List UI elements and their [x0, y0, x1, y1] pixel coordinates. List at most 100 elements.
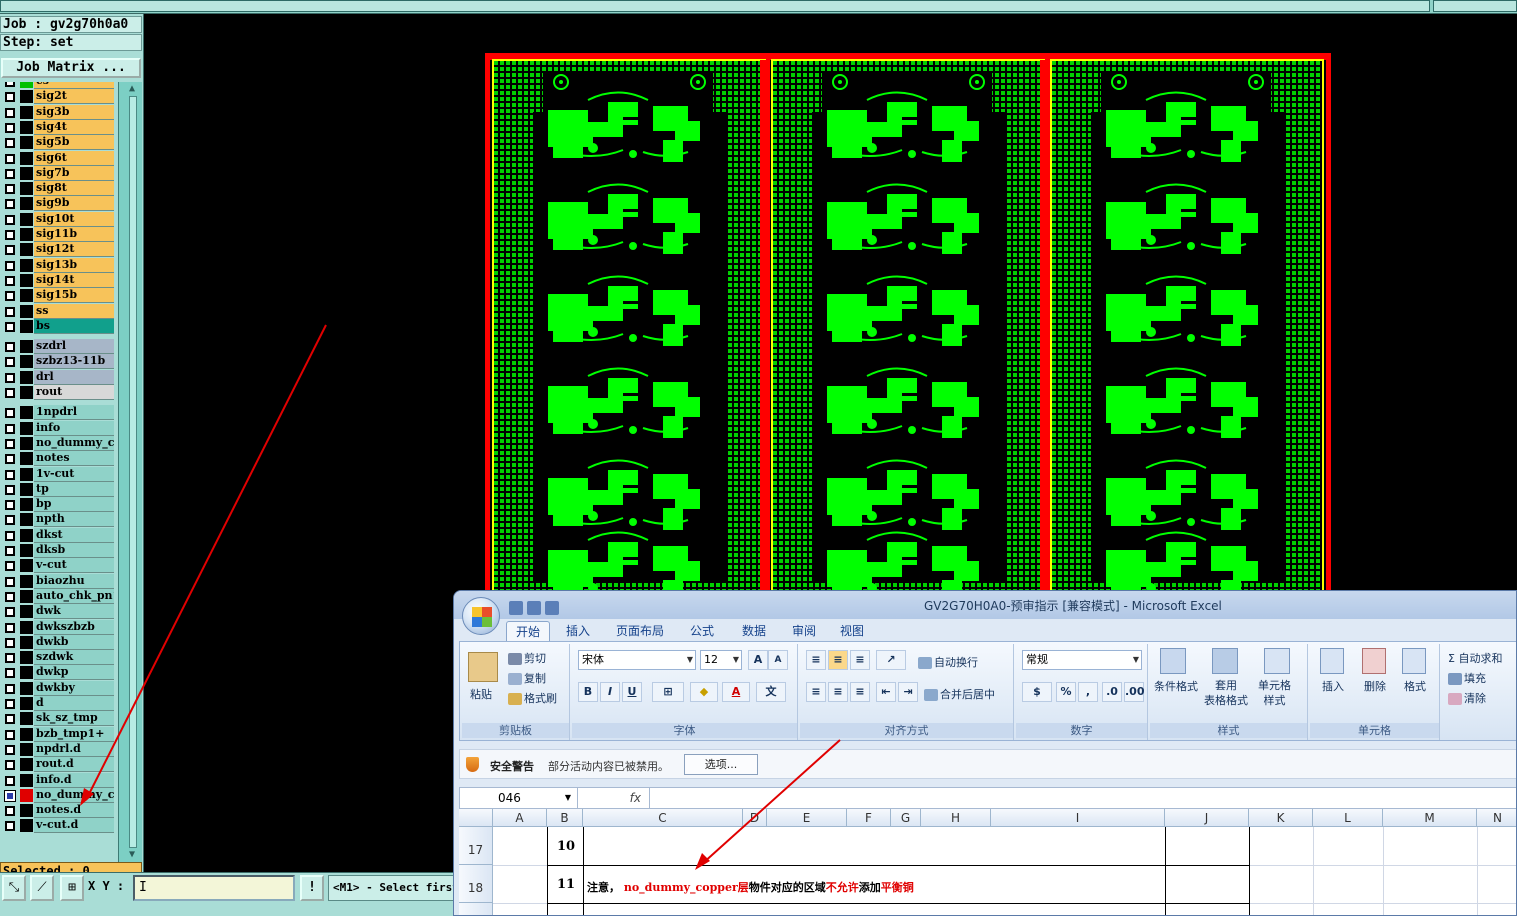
layer-name[interactable]: tp — [34, 481, 114, 497]
layer-row[interactable]: biaozhu — [0, 573, 116, 589]
layer-color-swatch[interactable] — [20, 605, 33, 619]
layer-row[interactable]: szdrl — [0, 339, 116, 355]
layer-checkbox[interactable] — [5, 342, 15, 353]
cell-c18[interactable]: 注意， no_dummy_copper层物件对应的区域不允许添加平衡铜 — [587, 879, 914, 895]
layer-color-swatch[interactable] — [20, 197, 33, 211]
layer-checkbox[interactable] — [5, 199, 15, 210]
column-header-a[interactable]: A — [493, 809, 547, 827]
excel-window[interactable]: GV2G70H0A0-预审指示 [兼容模式] - Microsoft Excel… — [453, 590, 1517, 916]
layer-color-swatch[interactable] — [20, 482, 33, 496]
layer-checkbox[interactable] — [5, 438, 15, 449]
layer-row[interactable]: notes — [0, 451, 116, 467]
layer-checkbox[interactable] — [5, 622, 15, 633]
delete-cells-button[interactable]: 删除 — [1364, 678, 1386, 694]
layer-row[interactable]: no_dummy_copper — [0, 435, 116, 451]
undo-icon[interactable] — [527, 600, 541, 615]
layer-name[interactable]: v-cut.d — [34, 818, 114, 834]
insert-cells-button[interactable]: 插入 — [1322, 678, 1344, 694]
layer-name[interactable]: sk_sz_tmp — [34, 711, 114, 727]
layer-name[interactable]: notes.d — [34, 803, 114, 819]
column-header-k[interactable]: K — [1249, 809, 1313, 827]
layer-checkbox[interactable] — [5, 500, 15, 511]
cell-styles-button[interactable]: 单元格 样式 — [1258, 678, 1291, 708]
layer-color-swatch[interactable] — [20, 528, 33, 542]
layer-row[interactable]: dwkb — [0, 634, 116, 650]
layer-color-swatch[interactable] — [20, 773, 33, 787]
layer-row[interactable]: sig4t — [0, 119, 116, 135]
format-painter-button[interactable]: 格式刷 — [508, 690, 557, 706]
layer-checkbox[interactable] — [5, 184, 15, 195]
layer-color-swatch[interactable] — [20, 120, 33, 134]
layer-checkbox[interactable] — [5, 637, 15, 648]
layer-color-swatch[interactable] — [20, 559, 33, 573]
layer-checkbox[interactable] — [5, 138, 15, 149]
layer-checkbox[interactable] — [5, 699, 15, 709]
grow-font-icon[interactable]: A — [748, 650, 768, 670]
align-middle-icon[interactable]: ≡ — [828, 650, 848, 670]
layer-row[interactable]: sig14t — [0, 272, 116, 288]
layer-checkbox[interactable] — [5, 275, 15, 286]
column-header-e[interactable]: E — [767, 809, 847, 827]
layer-row[interactable]: bp — [0, 497, 116, 513]
layer-row[interactable]: sig5b — [0, 135, 116, 151]
worksheet-grid[interactable]: A B C D E F G H I J K L M N 17 18 10 11 … — [459, 809, 1516, 915]
layer-checkbox[interactable] — [5, 607, 15, 618]
layer-name[interactable]: npdrl.d — [34, 741, 114, 757]
layer-checkbox[interactable] — [5, 408, 15, 419]
align-left-icon[interactable]: ≡ — [806, 682, 826, 702]
layer-name[interactable]: sig11b — [34, 227, 114, 242]
layer-color-swatch[interactable] — [20, 258, 33, 272]
increase-decimal-icon[interactable]: .0 — [1102, 682, 1122, 702]
layer-row[interactable]: no_dummy_copper — [0, 787, 116, 803]
tab-home[interactable]: 开始 — [506, 621, 550, 641]
scroll-up-icon[interactable]: ▲ — [125, 83, 139, 95]
paste-icon[interactable] — [468, 652, 498, 682]
layer-checkbox[interactable] — [5, 92, 15, 103]
column-header-m[interactable]: M — [1383, 809, 1477, 827]
layer-name[interactable]: sig12t — [34, 242, 114, 258]
layer-name[interactable]: szdrl — [34, 339, 114, 355]
layer-row[interactable]: sig3b — [0, 104, 116, 120]
layer-row[interactable]: ss — [0, 303, 116, 319]
font-size-select[interactable]: 12 ▼ — [700, 650, 742, 670]
layer-row[interactable]: d — [0, 696, 116, 711]
number-format-select[interactable]: 常规 ▼ — [1022, 650, 1142, 670]
layer-checkbox[interactable] — [5, 469, 15, 480]
layer-name[interactable]: sig14t — [34, 272, 114, 288]
layer-color-swatch[interactable] — [20, 620, 33, 634]
layer-name[interactable]: d — [34, 696, 114, 711]
layer-name[interactable]: sig3b — [34, 104, 114, 120]
layer-checkbox[interactable] — [5, 122, 15, 133]
layer-checkbox[interactable] — [5, 484, 15, 495]
layer-checkbox[interactable] — [5, 291, 15, 302]
layer-color-swatch[interactable] — [20, 742, 33, 756]
layer-name[interactable]: 1npdrl — [34, 405, 114, 421]
layer-row[interactable]: sig7b — [0, 165, 116, 181]
layer-name[interactable]: rout — [34, 385, 114, 400]
currency-icon[interactable]: $ — [1022, 682, 1052, 702]
bold-button[interactable]: B — [578, 682, 598, 702]
layer-name[interactable]: sig8t — [34, 181, 114, 197]
decrease-indent-icon[interactable]: ⇤ — [876, 682, 896, 702]
layer-color-swatch[interactable] — [20, 90, 33, 104]
row-header-18[interactable]: 18 — [459, 865, 493, 903]
layer-checkbox[interactable] — [4, 789, 16, 802]
layer-color-swatch[interactable] — [20, 635, 33, 649]
layer-name[interactable]: no_dummy_copper — [34, 787, 114, 803]
layer-row[interactable]: 1npdrl — [0, 405, 116, 421]
fill-button[interactable]: 填充 — [1448, 670, 1486, 686]
layer-color-swatch[interactable] — [20, 105, 33, 119]
layer-color-swatch[interactable] — [20, 467, 33, 481]
insert-cells-icon[interactable] — [1320, 648, 1344, 674]
table-format-icon[interactable] — [1212, 648, 1238, 674]
format-cells-button[interactable]: 格式 — [1404, 678, 1426, 694]
layer-color-swatch[interactable] — [20, 319, 33, 333]
layer-row[interactable]: drl — [0, 369, 116, 385]
layer-checkbox[interactable] — [5, 530, 15, 541]
layer-color-swatch[interactable] — [20, 666, 33, 680]
layer-row[interactable]: info — [0, 420, 116, 436]
insert-function-button[interactable]: fx — [584, 788, 650, 808]
layer-name[interactable]: v-cut — [34, 558, 114, 574]
shrink-font-icon[interactable]: A — [768, 650, 788, 670]
layer-checkbox[interactable] — [5, 230, 15, 240]
